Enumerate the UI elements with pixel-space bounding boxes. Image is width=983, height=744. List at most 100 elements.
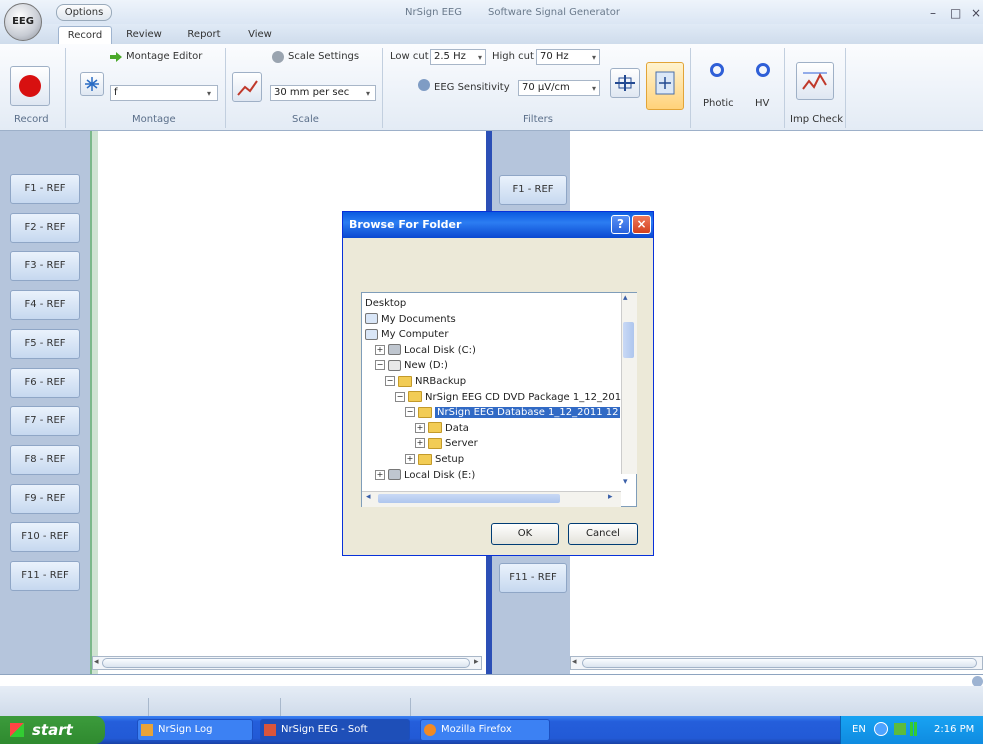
channel-button[interactable]: F5 - REF (10, 328, 80, 359)
start-label: start (32, 721, 73, 739)
taskbar-item-firefox[interactable]: Mozilla Firefox (420, 719, 550, 741)
signal-icon[interactable] (910, 722, 920, 736)
tree-item[interactable]: Desktop (365, 296, 406, 311)
tree-item[interactable]: − NRBackup (385, 374, 466, 389)
folder-icon (408, 391, 422, 403)
gear-icon (272, 51, 284, 63)
tree-item[interactable]: My Documents (365, 312, 456, 327)
dialog-close-button[interactable]: × (632, 215, 651, 234)
sensitivity-icon (418, 79, 430, 91)
collapse-icon[interactable]: − (375, 360, 385, 371)
filter-toggle-button[interactable] (610, 68, 640, 98)
channel-button[interactable]: F3 - REF (10, 251, 80, 282)
dialog-help-button[interactable]: ? (611, 215, 630, 234)
tree-item[interactable]: − NrSign EEG Database 1_12_2011 12 (405, 405, 621, 420)
tree-item[interactable]: − NrSign EEG CD DVD Package 1_12_2011 (395, 390, 627, 405)
start-button[interactable]: start (0, 716, 105, 744)
tree-item[interactable]: + Local Disk (E:) (375, 468, 475, 483)
hv-button[interactable]: HV (755, 98, 769, 109)
expand-icon[interactable]: + (405, 454, 415, 464)
scroll-up-icon[interactable]: ▴ (623, 293, 628, 303)
scroll-left-icon[interactable]: ◂ (366, 492, 371, 502)
documents-icon (365, 313, 378, 325)
tree-h-scroll-thumb[interactable] (378, 494, 560, 503)
collapse-icon[interactable]: − (385, 376, 395, 386)
taskbar-item-log[interactable]: NrSign Log (137, 719, 253, 741)
channel-button[interactable]: F1 - REF (10, 174, 80, 204)
channel-button[interactable]: F11 - REF (499, 563, 567, 593)
tab-view[interactable]: View (243, 26, 277, 44)
app-title: NrSign EEG (405, 7, 462, 18)
group-divider (65, 48, 66, 128)
collapse-icon[interactable]: − (405, 407, 415, 418)
expand-icon[interactable]: + (375, 344, 385, 355)
montage-button[interactable] (80, 72, 104, 96)
options-button[interactable]: Options (56, 4, 112, 21)
scroll-down-icon[interactable]: ▾ (623, 477, 628, 487)
tree-item-label: Server (445, 438, 478, 450)
scale-button[interactable] (232, 72, 262, 102)
sensitivity-select[interactable]: 70 µV/cm (518, 80, 600, 96)
channel-button[interactable]: F11 - REF (10, 561, 80, 591)
scroll-right-icon[interactable]: ▸ (474, 657, 479, 667)
channel-button[interactable]: F7 - REF (10, 406, 80, 437)
tree-item[interactable]: + Setup (405, 452, 464, 467)
tree-item[interactable]: − New (D:) (375, 358, 448, 373)
tree-vertical-scrollbar[interactable] (621, 293, 637, 474)
network-icon[interactable] (874, 722, 888, 736)
folder-icon (418, 406, 432, 418)
channel-button[interactable]: F9 - REF (10, 483, 80, 514)
tree-scroll-thumb[interactable] (623, 322, 634, 358)
montage-icon (85, 77, 99, 91)
right-scroll-thumb[interactable] (582, 658, 977, 668)
montage-select[interactable]: f (110, 85, 218, 101)
ok-button[interactable]: OK (491, 523, 559, 545)
collapse-icon[interactable]: − (395, 391, 405, 402)
photic-button[interactable]: Photic (703, 98, 734, 109)
status-divider (148, 698, 149, 716)
log-app-icon (141, 724, 153, 736)
tree-item[interactable]: + Local Disk (C:) (375, 343, 476, 358)
scale-settings-button[interactable]: Scale Settings (288, 51, 359, 62)
tree-item[interactable]: + Data (415, 421, 469, 436)
expand-icon[interactable]: + (415, 422, 425, 433)
minimize-button[interactable]: – (930, 6, 936, 20)
taskbar-item-eeg[interactable]: NrSign EEG - Soft (260, 719, 410, 741)
tree-item[interactable]: + Server (415, 436, 478, 451)
tree-item-label: Data (445, 422, 469, 434)
scale-select[interactable]: 30 mm per sec (270, 85, 376, 101)
close-button[interactable]: × (971, 6, 981, 20)
left-scroll-thumb[interactable] (102, 658, 470, 668)
cancel-button[interactable]: Cancel (568, 523, 638, 545)
high-cut-select[interactable]: 70 Hz (536, 49, 600, 65)
channel-button[interactable]: F2 - REF (10, 212, 80, 243)
tree-item[interactable]: My Computer (365, 327, 448, 342)
scroll-right-icon[interactable]: ▸ (608, 492, 613, 502)
photic-icon (710, 63, 724, 77)
imp-check-button[interactable]: Imp Check (790, 114, 843, 125)
maximize-button[interactable]: □ (950, 6, 961, 20)
tray-app-icon[interactable] (894, 723, 906, 735)
channel-button[interactable]: F10 - REF (10, 522, 80, 553)
clock[interactable]: 2:16 PM (934, 724, 974, 735)
expand-icon[interactable]: + (375, 469, 385, 480)
montage-editor-button[interactable]: Montage Editor (126, 51, 202, 62)
tab-review[interactable]: Review (122, 26, 166, 44)
tab-report[interactable]: Report (182, 26, 226, 44)
notch-filter-button[interactable] (646, 62, 684, 110)
expand-icon[interactable]: + (415, 438, 425, 449)
tree-item-label: Setup (435, 454, 465, 465)
channel-button[interactable]: F1 - REF (499, 175, 567, 205)
channel-button[interactable]: F4 - REF (10, 290, 80, 321)
folder-tree[interactable]: Desktop My Documents My Computer + Local Dis… (361, 292, 637, 507)
app-logo[interactable]: EEG (4, 3, 42, 41)
computer-icon (365, 328, 378, 340)
channel-button[interactable]: F6 - REF (10, 367, 80, 398)
scroll-left-icon[interactable]: ◂ (572, 657, 577, 667)
tab-record[interactable]: Record (58, 26, 112, 45)
language-indicator[interactable]: EN (852, 724, 866, 735)
scroll-left-icon[interactable]: ◂ (94, 657, 99, 667)
group-label-filters: Filters (523, 114, 553, 125)
left-splitter[interactable] (90, 131, 98, 674)
channel-button[interactable]: F8 - REF (10, 444, 80, 475)
